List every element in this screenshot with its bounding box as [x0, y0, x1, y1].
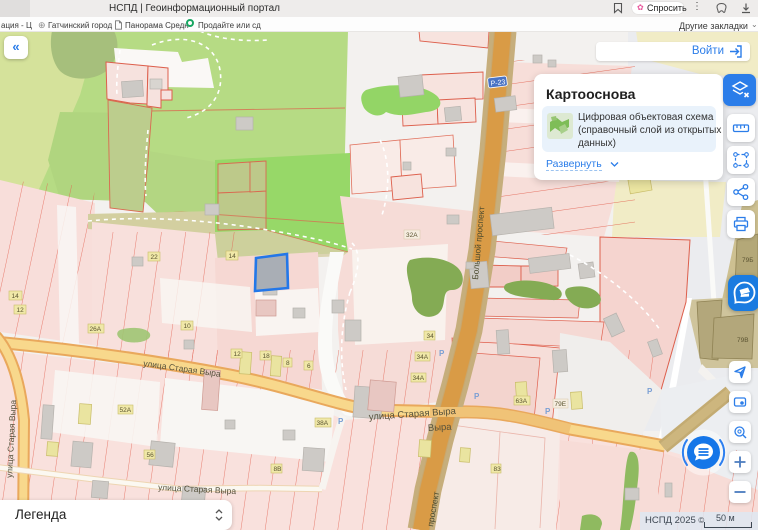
svg-text:Р: Р [439, 349, 445, 358]
svg-text:8: 8 [286, 360, 290, 367]
svg-text:79Б: 79Б [742, 257, 754, 264]
svg-text:63А: 63А [516, 398, 528, 405]
svg-text:38А: 38А [317, 420, 329, 427]
svg-text:32А: 32А [406, 232, 418, 239]
svg-text:Р: Р [545, 407, 551, 416]
svg-text:83: 83 [494, 466, 502, 473]
svg-text:56: 56 [147, 452, 155, 459]
svg-text:79Е: 79Е [555, 401, 567, 408]
svg-text:34: 34 [427, 333, 435, 340]
svg-text:Выра: Выра [428, 422, 453, 434]
svg-text:Р: Р [647, 387, 653, 396]
svg-text:18: 18 [263, 353, 271, 360]
svg-text:26А: 26А [90, 326, 102, 333]
svg-text:10: 10 [184, 323, 192, 330]
svg-text:22: 22 [151, 254, 159, 261]
svg-text:8В: 8В [274, 466, 282, 473]
svg-text:14: 14 [12, 293, 20, 300]
svg-text:12: 12 [234, 351, 242, 358]
svg-text:Р: Р [338, 417, 344, 426]
svg-text:34А: 34А [413, 375, 425, 382]
svg-text:6: 6 [307, 363, 311, 370]
svg-text:52А: 52А [120, 407, 132, 414]
svg-text:12: 12 [17, 307, 25, 314]
svg-text:34А: 34А [417, 354, 429, 361]
svg-text:14: 14 [229, 253, 237, 260]
svg-text:79В: 79В [737, 337, 749, 344]
svg-text:Р: Р [474, 392, 480, 401]
